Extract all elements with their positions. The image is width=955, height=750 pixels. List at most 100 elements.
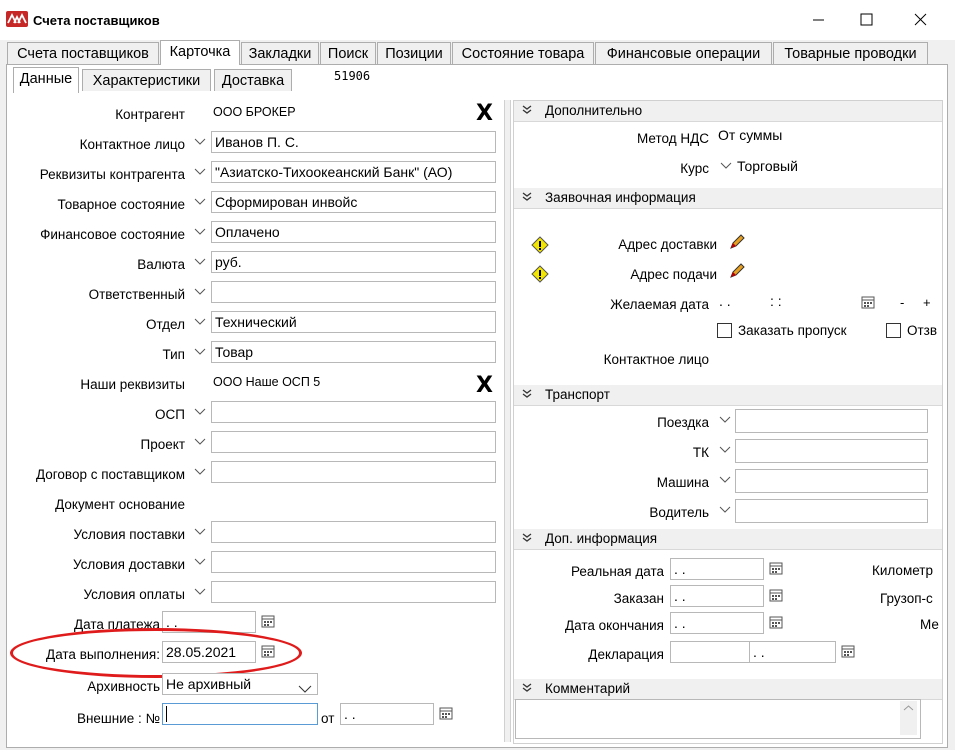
contact-dropdown-chevron-icon[interactable] xyxy=(192,131,208,153)
section-comment[interactable]: Комментарий xyxy=(514,679,942,700)
exec-date-calendar-icon[interactable] xyxy=(261,644,275,658)
close-button[interactable] xyxy=(898,0,944,40)
contact2-field[interactable] xyxy=(716,346,942,368)
currency-field[interactable]: руб. xyxy=(211,251,496,273)
desired-date-calendar-icon[interactable] xyxy=(861,295,875,309)
project-field[interactable] xyxy=(211,431,496,453)
pickup-address-field[interactable] xyxy=(751,262,942,284)
scroll-up-arrow-icon[interactable] xyxy=(900,703,917,713)
desired-date-field[interactable]: . . : : xyxy=(716,291,853,313)
tab-bookmarks[interactable]: Закладки xyxy=(241,42,319,64)
project-chevron-icon[interactable] xyxy=(192,431,208,453)
minimize-button[interactable] xyxy=(796,0,842,40)
tab-card[interactable]: Карточка xyxy=(160,40,240,65)
splitter[interactable] xyxy=(504,100,511,742)
ordered-field[interactable]: . . xyxy=(670,585,764,607)
real-date-calendar-icon[interactable] xyxy=(769,561,783,575)
declaration-calendar-icon[interactable] xyxy=(841,644,855,658)
department-chevron-icon[interactable] xyxy=(192,311,208,333)
tab-goods-postings[interactable]: Товарные проводки xyxy=(773,42,928,64)
tov-state-field[interactable]: Сформирован инвойс xyxy=(211,191,496,213)
supply-terms-field[interactable] xyxy=(211,521,496,543)
delivery-address-field[interactable] xyxy=(751,233,942,255)
edit-pencil-icon[interactable] xyxy=(728,233,746,254)
department-field[interactable]: Технический xyxy=(211,311,496,333)
car-field[interactable] xyxy=(735,469,928,493)
exec-date-label: Дата выполнения: xyxy=(46,647,160,662)
section-extra-info[interactable]: Доп. информация xyxy=(514,529,942,550)
responsible-field[interactable] xyxy=(211,281,496,303)
external-date-calendar-icon[interactable] xyxy=(439,706,453,720)
type-chevron-icon[interactable] xyxy=(192,341,208,363)
collapse-chevron-icon[interactable] xyxy=(522,192,532,202)
comment-textarea[interactable] xyxy=(515,699,921,739)
contract-chevron-icon[interactable] xyxy=(192,461,208,483)
real-date-field[interactable]: . . xyxy=(670,558,764,580)
payment-terms-chevron-icon[interactable] xyxy=(192,581,208,603)
osp-field[interactable] xyxy=(211,401,496,423)
collapse-chevron-icon[interactable] xyxy=(522,683,532,693)
supply-terms-chevron-icon[interactable] xyxy=(192,521,208,543)
car-chevron-icon[interactable] xyxy=(717,469,733,491)
callback-checkbox[interactable] xyxy=(886,323,901,338)
rate-chevron-icon[interactable] xyxy=(718,155,734,177)
trip-chevron-icon[interactable] xyxy=(717,409,733,431)
contract-field[interactable] xyxy=(211,461,496,483)
driver-field[interactable] xyxy=(735,499,928,523)
rekv-field[interactable]: "Азиатско-Тихоокеанский Банк" (АО) xyxy=(211,161,496,183)
pay-date-calendar-icon[interactable] xyxy=(261,614,275,628)
external-date-field[interactable]: . . xyxy=(340,703,434,725)
clear-our-details-icon[interactable]: X xyxy=(476,373,493,398)
tab-goods-state[interactable]: Состояние товара xyxy=(452,42,594,64)
driver-chevron-icon[interactable] xyxy=(717,499,733,521)
declaration-date-field[interactable]: . . xyxy=(749,641,836,663)
collapse-chevron-icon[interactable] xyxy=(522,389,532,399)
external-no-field[interactable] xyxy=(162,703,318,725)
maximize-button[interactable] xyxy=(843,0,889,40)
type-field[interactable]: Товар xyxy=(211,341,496,363)
pay-date-field[interactable]: . . xyxy=(162,611,256,633)
subtab-characteristics[interactable]: Характеристики xyxy=(82,69,211,91)
collapse-chevron-icon[interactable] xyxy=(522,105,532,115)
comment-scrollbar[interactable] xyxy=(900,701,917,735)
exec-date-field[interactable]: 28.05.2021 xyxy=(162,641,256,663)
contact-field[interactable]: Иванов П. С. xyxy=(211,131,496,153)
fin-state-field[interactable]: Оплачено xyxy=(211,221,496,243)
minus-button[interactable]: - xyxy=(900,295,904,310)
plus-button[interactable]: + xyxy=(923,295,931,310)
warning-diamond-icon xyxy=(531,265,549,283)
end-date-calendar-icon[interactable] xyxy=(769,615,783,629)
delivery-terms-chevron-icon[interactable] xyxy=(192,551,208,573)
tov-state-chevron-icon[interactable] xyxy=(192,191,208,213)
subtab-data[interactable]: Данные xyxy=(13,67,79,93)
tk-chevron-icon[interactable] xyxy=(717,439,733,461)
vat-method-field[interactable]: От суммы xyxy=(715,125,942,147)
fin-state-chevron-icon[interactable] xyxy=(192,221,208,243)
section-transport[interactable]: Транспорт xyxy=(514,385,942,406)
collapse-chevron-icon[interactable] xyxy=(522,533,532,543)
tab-positions[interactable]: Позиции xyxy=(377,42,451,64)
section-request-info[interactable]: Заявочная информация xyxy=(514,188,942,209)
rekv-dropdown-chevron-icon[interactable] xyxy=(192,161,208,183)
declaration-no-field[interactable] xyxy=(670,641,750,663)
rate-field[interactable]: Торговый xyxy=(734,156,927,178)
tk-field[interactable] xyxy=(735,439,928,463)
section-additional[interactable]: Дополнительно xyxy=(514,101,942,122)
delivery-terms-field[interactable] xyxy=(211,551,496,573)
edit-pencil-icon[interactable] xyxy=(728,262,746,283)
subtab-delivery[interactable]: Доставка xyxy=(214,69,292,91)
archive-chevron-icon[interactable] xyxy=(298,681,312,696)
ordered-calendar-icon[interactable] xyxy=(769,588,783,602)
osp-chevron-icon[interactable] xyxy=(192,401,208,423)
clear-kontragent-icon[interactable]: X xyxy=(476,101,493,126)
tab-supplier-invoices[interactable]: Счета поставщиков xyxy=(7,42,159,64)
end-date-field[interactable]: . . xyxy=(670,612,764,634)
archive-select[interactable]: Не архивный xyxy=(162,673,318,695)
responsible-chevron-icon[interactable] xyxy=(192,281,208,303)
tab-search[interactable]: Поиск xyxy=(320,42,376,64)
order-pass-checkbox[interactable] xyxy=(717,323,732,338)
payment-terms-field[interactable] xyxy=(211,581,496,603)
currency-chevron-icon[interactable] xyxy=(192,251,208,273)
tab-financial-ops[interactable]: Финансовые операции xyxy=(595,42,772,64)
trip-field[interactable] xyxy=(735,409,928,433)
